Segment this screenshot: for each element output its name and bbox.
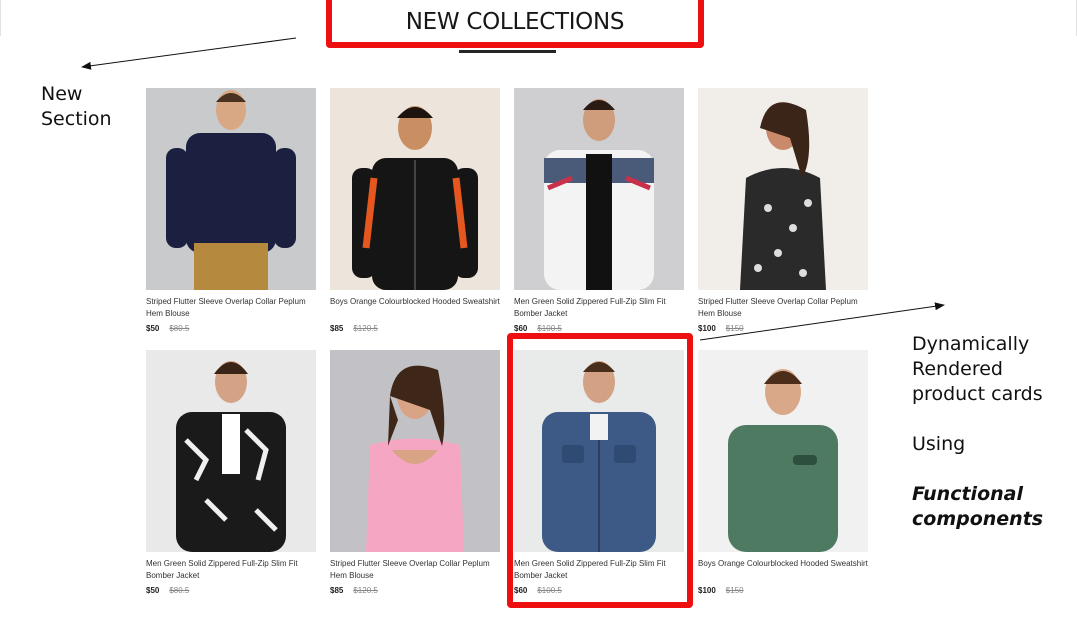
product-prices: $50 $80.5 [146,586,316,595]
annotation-line: New [41,83,83,105]
product-prices: $85 $120.5 [330,586,500,595]
product-image-floral-blouse [698,88,868,290]
product-name[interactable]: Striped Flutter Sleeve Overlap Collar Pe… [698,296,868,320]
product-old-price: $80.5 [169,586,190,595]
annotation-line: Rendered [912,358,1003,380]
product-prices: $50 $80.5 [146,324,316,333]
product-card[interactable]: Striped Flutter Sleeve Overlap Collar Pe… [330,350,500,610]
product-name[interactable]: Men Green Solid Zippered Full-Zip Slim F… [146,558,316,582]
product-image-bomber-jacket-white [514,88,684,290]
product-old-price: $150 [725,324,744,333]
product-old-price: $100.5 [537,324,562,333]
product-image-green-sweatshirt [698,350,868,552]
title-underline [459,50,556,53]
product-old-price: $120.5 [353,586,378,595]
product-card[interactable]: Men Green Solid Zippered Full-Zip Slim F… [146,350,316,610]
product-name[interactable]: Striped Flutter Sleeve Overlap Collar Pe… [146,296,316,320]
annotation-line: Using [912,433,966,455]
product-image-blouse-navy [146,88,316,290]
product-name[interactable]: Boys Orange Colourblocked Hooded Sweatsh… [698,558,868,582]
product-old-price: $150 [725,586,744,595]
product-name[interactable]: Men Green Solid Zippered Full-Zip Slim F… [514,296,684,320]
product-new-price: $100 [698,586,716,595]
annotation-dynamic-cards: Dynamically Rendered product cards Using… [912,332,1043,532]
product-new-price: $60 [514,324,528,333]
product-prices: $85 $120.5 [330,324,500,333]
product-card[interactable]: Striped Flutter Sleeve Overlap Collar Pe… [698,88,868,348]
product-name[interactable]: Boys Orange Colourblocked Hooded Sweatsh… [330,296,500,320]
product-new-price: $85 [330,324,344,333]
product-prices: $60 $100.5 [514,324,684,333]
product-new-price: $50 [146,586,160,595]
product-prices: $100 $150 [698,586,868,595]
left-edge-line [0,0,1,36]
product-card[interactable]: Men Green Solid Zippered Full-Zip Slim F… [514,88,684,348]
product-new-price: $50 [146,324,160,333]
product-image-pink-top [330,350,500,552]
product-image-boys-sweatshirt [330,88,500,290]
product-card[interactable]: Striped Flutter Sleeve Overlap Collar Pe… [146,88,316,348]
product-old-price: $80.5 [169,324,190,333]
product-card[interactable]: Boys Orange Colourblocked Hooded Sweatsh… [698,350,868,610]
product-name[interactable]: Striped Flutter Sleeve Overlap Collar Pe… [330,558,500,582]
annotation-line: Dynamically [912,333,1030,355]
section-title: NEW COLLECTIONS [405,9,625,35]
annotation-new-section: New Section [41,82,112,132]
card-highlight-box [507,333,693,608]
product-card[interactable]: Boys Orange Colourblocked Hooded Sweatsh… [330,88,500,348]
product-prices: $100 $150 [698,324,868,333]
annotation-line: product cards [912,383,1043,405]
product-image-bomber-jacket-printed [146,350,316,552]
product-old-price: $120.5 [353,324,378,333]
section-title-highlight-box: NEW COLLECTIONS [326,0,704,48]
annotation-line: Functional [912,483,1023,505]
annotation-line: Section [41,108,112,130]
product-new-price: $100 [698,324,716,333]
arrow-to-new-section [81,37,297,70]
product-new-price: $85 [330,586,344,595]
annotation-line: components [912,508,1044,530]
